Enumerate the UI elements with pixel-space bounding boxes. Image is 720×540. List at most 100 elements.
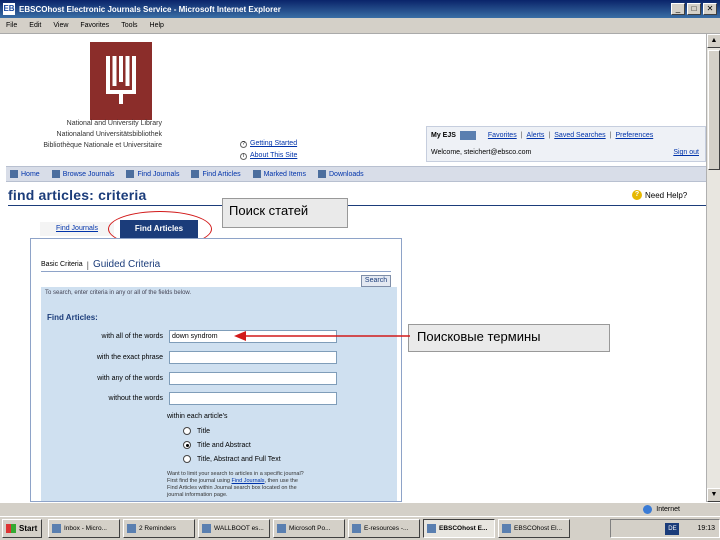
radio-button[interactable]	[183, 427, 191, 435]
windows-logo-icon	[6, 524, 16, 533]
radio-button[interactable]	[183, 455, 191, 463]
nav-browse-journals[interactable]: Browse Journals	[51, 170, 114, 178]
search-strip: Search	[41, 271, 391, 287]
task-label: EBSCOhost E...	[439, 525, 488, 532]
journal-icon	[126, 170, 135, 178]
browser-icon	[352, 524, 361, 533]
radio-button-selected[interactable]	[183, 441, 191, 449]
scroll-thumb[interactable]	[708, 50, 720, 170]
help-links: ? Getting Started i About This Site	[240, 138, 297, 162]
nav-label: Find Articles	[202, 170, 241, 178]
callout-article-search: Поиск статей	[222, 198, 348, 228]
nav-label: Downloads	[329, 170, 364, 178]
start-button[interactable]: Start	[2, 519, 42, 538]
arrow-icon	[234, 331, 410, 341]
preferences-link[interactable]: Preferences	[615, 132, 653, 139]
tab-find-journals[interactable]: Find Journals	[40, 222, 114, 236]
taskbar-item[interactable]: WALLBOOT es...	[198, 519, 270, 538]
search-form: To search, enter criteria in any or all …	[41, 287, 397, 501]
maximize-icon[interactable]: □	[687, 3, 701, 15]
info-icon: ?	[240, 140, 247, 148]
folder-icon	[202, 524, 211, 533]
taskbar-item[interactable]: EBSCOhost El...	[498, 519, 570, 538]
field-row: with the exact phrase	[45, 350, 345, 364]
favorites-link[interactable]: Favorites	[488, 132, 517, 139]
taskbar-item-active[interactable]: EBSCOhost E...	[423, 519, 495, 538]
task-label: Microsoft Po...	[289, 525, 331, 532]
nav-find-journals[interactable]: Find Journals	[126, 170, 179, 178]
radio-full-text[interactable]: Title, Abstract and Full Text	[183, 455, 281, 463]
task-label: EBSCOhost El...	[514, 525, 563, 532]
library-name-line: Nationaland Universitätsbibliothek	[56, 131, 162, 138]
find-journals-link[interactable]: Find Journals	[232, 478, 265, 484]
menu-file[interactable]: File	[6, 22, 17, 29]
getting-started-link[interactable]: Getting Started	[250, 138, 297, 150]
start-label: Start	[19, 524, 38, 533]
my-ejs-label: My EJS	[431, 132, 456, 139]
radio-title-abstract[interactable]: Title and Abstract	[183, 441, 251, 449]
info-icon: i	[240, 152, 247, 160]
welcome-text: Welcome, steichert@ebsco.com	[431, 149, 532, 156]
task-label: 2 Reminders	[139, 525, 176, 532]
library-name-line: Bibliothèque Nationale et Universitaire	[43, 142, 162, 149]
nav-label: Home	[21, 170, 40, 178]
without-words-input[interactable]	[169, 391, 337, 405]
nav-home[interactable]: Home	[10, 170, 40, 178]
close-icon[interactable]: ✕	[703, 3, 717, 15]
download-icon	[318, 170, 326, 178]
saved-searches-link[interactable]: Saved Searches	[554, 132, 605, 139]
radio-label: Title, Abstract and Full Text	[197, 455, 281, 463]
window-title: EBSCOhost Electronic Journals Service - …	[19, 4, 281, 14]
article-icon	[191, 170, 200, 178]
help-icon: ?	[632, 190, 642, 200]
language-indicator[interactable]: DE	[665, 522, 680, 535]
task-label: Inbox - Micro...	[64, 525, 107, 532]
taskbar-item[interactable]: E-resources -...	[348, 519, 420, 538]
within-label: within each article's	[167, 413, 228, 420]
field-label: without the words	[108, 394, 163, 402]
criteria-mode-switch: Basic Criteria | Guided Criteria	[41, 259, 161, 270]
nav-downloads[interactable]: Downloads	[318, 170, 364, 178]
taskbar-item[interactable]: 2 Reminders	[123, 519, 195, 538]
minimize-icon[interactable]: _	[671, 3, 685, 15]
search-button[interactable]: Search	[361, 275, 391, 287]
scroll-down-icon[interactable]: ▼	[707, 488, 720, 502]
nav-marked-items[interactable]: Marked Items	[252, 170, 306, 178]
radio-label: Title and Abstract	[197, 441, 251, 449]
any-words-input[interactable]	[169, 371, 337, 385]
zone-label: Internet	[656, 506, 680, 513]
need-help-label: Need Help?	[645, 190, 688, 200]
scroll-up-icon[interactable]: ▲	[707, 34, 720, 48]
menu-favorites[interactable]: Favorites	[80, 22, 109, 29]
vertical-scrollbar[interactable]: ▲ ▼	[706, 34, 720, 502]
taskbar-item[interactable]: Inbox - Micro...	[48, 519, 120, 538]
journal-hint: Want to limit your search to articles in…	[167, 471, 377, 499]
task-label: E-resources -...	[364, 525, 409, 532]
menu-view[interactable]: View	[53, 22, 68, 29]
menu-help[interactable]: Help	[150, 22, 164, 29]
hint-text: , then use the	[264, 478, 298, 484]
powerpoint-icon	[277, 524, 286, 533]
reminder-icon	[127, 524, 136, 533]
menu-tools[interactable]: Tools	[121, 22, 137, 29]
nav-find-articles[interactable]: Find Articles	[191, 170, 241, 178]
radio-label: Title	[197, 427, 210, 435]
radio-title[interactable]: Title	[183, 427, 210, 435]
menu-edit[interactable]: Edit	[29, 22, 41, 29]
exact-phrase-input[interactable]	[169, 350, 337, 364]
basic-criteria-link[interactable]: Basic Criteria	[41, 261, 83, 268]
nav-label: Marked Items	[263, 170, 306, 178]
need-help-link[interactable]: ? Need Help?	[632, 190, 687, 200]
sign-out-link[interactable]: Sign out	[673, 149, 699, 156]
search-panel: Basic Criteria | Guided Criteria Search …	[30, 238, 402, 502]
page-title: find articles: criteria	[8, 187, 147, 203]
taskbar: Start Inbox - Micro... 2 Reminders WALLB…	[0, 516, 720, 540]
task-label: WALLBOOT es...	[214, 525, 264, 532]
field-label: with all of the words	[101, 332, 163, 340]
taskbar-item[interactable]: Microsoft Po...	[273, 519, 345, 538]
hint-line: Find Articles within Journal search box …	[167, 485, 297, 491]
folder-icon	[252, 170, 261, 178]
about-site-link[interactable]: About This Site	[250, 150, 297, 162]
alerts-link[interactable]: Alerts	[527, 132, 545, 139]
library-logo	[90, 42, 152, 120]
